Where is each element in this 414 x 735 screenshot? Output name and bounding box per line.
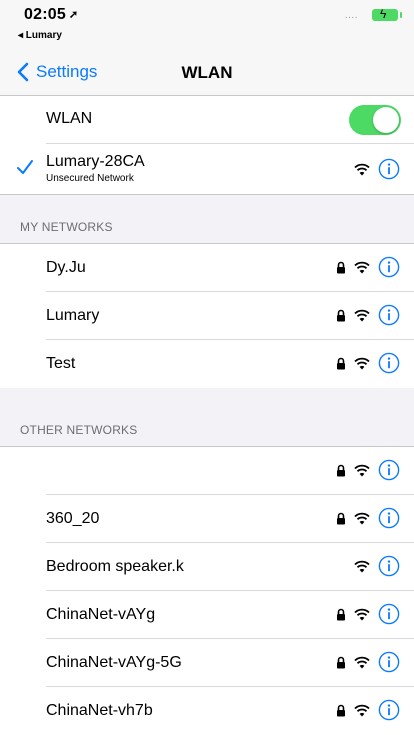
network-icons	[336, 352, 400, 374]
lock-icon	[337, 464, 345, 476]
lock-icon	[337, 357, 345, 369]
network-icons	[336, 507, 400, 529]
network-icons	[336, 603, 400, 625]
network-name: 360_20	[46, 510, 100, 527]
network-name: ChinaNet-vAYg-5G	[46, 654, 182, 671]
network-icons	[354, 158, 400, 180]
info-icon[interactable]	[378, 555, 400, 577]
status-time: 02:05 ➚	[24, 6, 79, 23]
network-name: ChinaNet-vAYg	[46, 606, 156, 623]
charging-bolt-icon: ϟ	[380, 7, 387, 21]
network-row[interactable]: 360_20	[0, 495, 414, 543]
status-bar: 02:05 ➚ ◂ Lumary .... ϟ	[0, 0, 414, 50]
my-networks-list: Dy.Ju Lumary Test	[0, 244, 414, 388]
network-icons	[336, 256, 400, 278]
wlan-toggle[interactable]	[349, 105, 401, 135]
wifi-icon	[354, 512, 370, 524]
network-row[interactable]: ChinaNet-vAYg	[0, 591, 414, 639]
section-divider	[0, 194, 414, 195]
connected-network-name: Lumary-28CA	[46, 153, 145, 170]
wifi-icon	[354, 163, 370, 175]
network-icons	[336, 699, 400, 721]
lock-icon	[337, 309, 345, 321]
info-icon[interactable]	[378, 603, 400, 625]
network-name: ChinaNet-vh7b	[46, 702, 153, 719]
network-name: Lumary	[46, 307, 100, 324]
network-name: Bedroom speaker.k	[46, 558, 184, 575]
wifi-icon	[354, 357, 370, 369]
info-icon[interactable]	[378, 507, 400, 529]
lock-icon	[337, 261, 345, 273]
other-networks-header: OTHER NETWORKS	[20, 423, 138, 437]
back-to-app-link[interactable]: ◂ Lumary	[18, 30, 62, 41]
info-icon[interactable]	[378, 651, 400, 673]
my-networks-header: MY NETWORKS	[20, 220, 113, 234]
info-icon[interactable]	[378, 304, 400, 326]
info-icon[interactable]	[378, 699, 400, 721]
info-icon[interactable]	[378, 256, 400, 278]
location-arrow-icon: ➚	[68, 9, 79, 21]
network-icons	[336, 304, 400, 326]
network-icons	[336, 651, 400, 673]
other-networks-list: 360_20 Bedroom speaker.k ChinaNet-vAYg Chin…	[0, 447, 414, 735]
info-icon[interactable]	[378, 459, 400, 481]
network-name: Dy.Ju	[46, 259, 86, 276]
network-row[interactable]: Lumary	[0, 292, 414, 340]
wlan-group: WLAN Lumary-28CA Unsecured Network	[0, 96, 414, 194]
network-row[interactable]: ChinaNet-vh7b	[0, 687, 414, 735]
network-icons	[354, 555, 400, 577]
network-row[interactable]: Bedroom speaker.k	[0, 543, 414, 591]
network-row[interactable]	[0, 447, 414, 495]
navigation-bar: Settings WLAN	[0, 50, 414, 96]
wlan-label: WLAN	[46, 110, 93, 127]
toggle-knob	[373, 107, 399, 133]
wifi-icon	[354, 560, 370, 572]
info-icon[interactable]	[378, 352, 400, 374]
page-title: WLAN	[181, 63, 233, 82]
lock-icon	[337, 656, 345, 668]
wifi-icon	[354, 656, 370, 668]
network-row[interactable]: Dy.Ju	[0, 244, 414, 292]
wifi-icon	[354, 261, 370, 273]
wifi-icon	[354, 608, 370, 620]
checkmark-icon	[17, 160, 33, 174]
lock-icon	[337, 704, 345, 716]
wifi-icon	[354, 309, 370, 321]
info-icon[interactable]	[378, 158, 400, 180]
network-name: Test	[46, 355, 76, 372]
network-icons	[336, 459, 400, 481]
wifi-icon	[354, 464, 370, 476]
lock-icon	[337, 512, 345, 524]
connected-network-subtitle: Unsecured Network	[46, 173, 134, 184]
network-row[interactable]: Test	[0, 340, 414, 388]
network-row[interactable]: ChinaNet-vAYg-5G	[0, 639, 414, 687]
battery-icon: ϟ	[372, 7, 402, 21]
wifi-icon	[354, 704, 370, 716]
lock-icon	[337, 608, 345, 620]
connected-network-row[interactable]: Lumary-28CA Unsecured Network	[0, 144, 414, 194]
signal-icon: ....	[344, 10, 358, 21]
wlan-toggle-row: WLAN	[0, 96, 414, 144]
